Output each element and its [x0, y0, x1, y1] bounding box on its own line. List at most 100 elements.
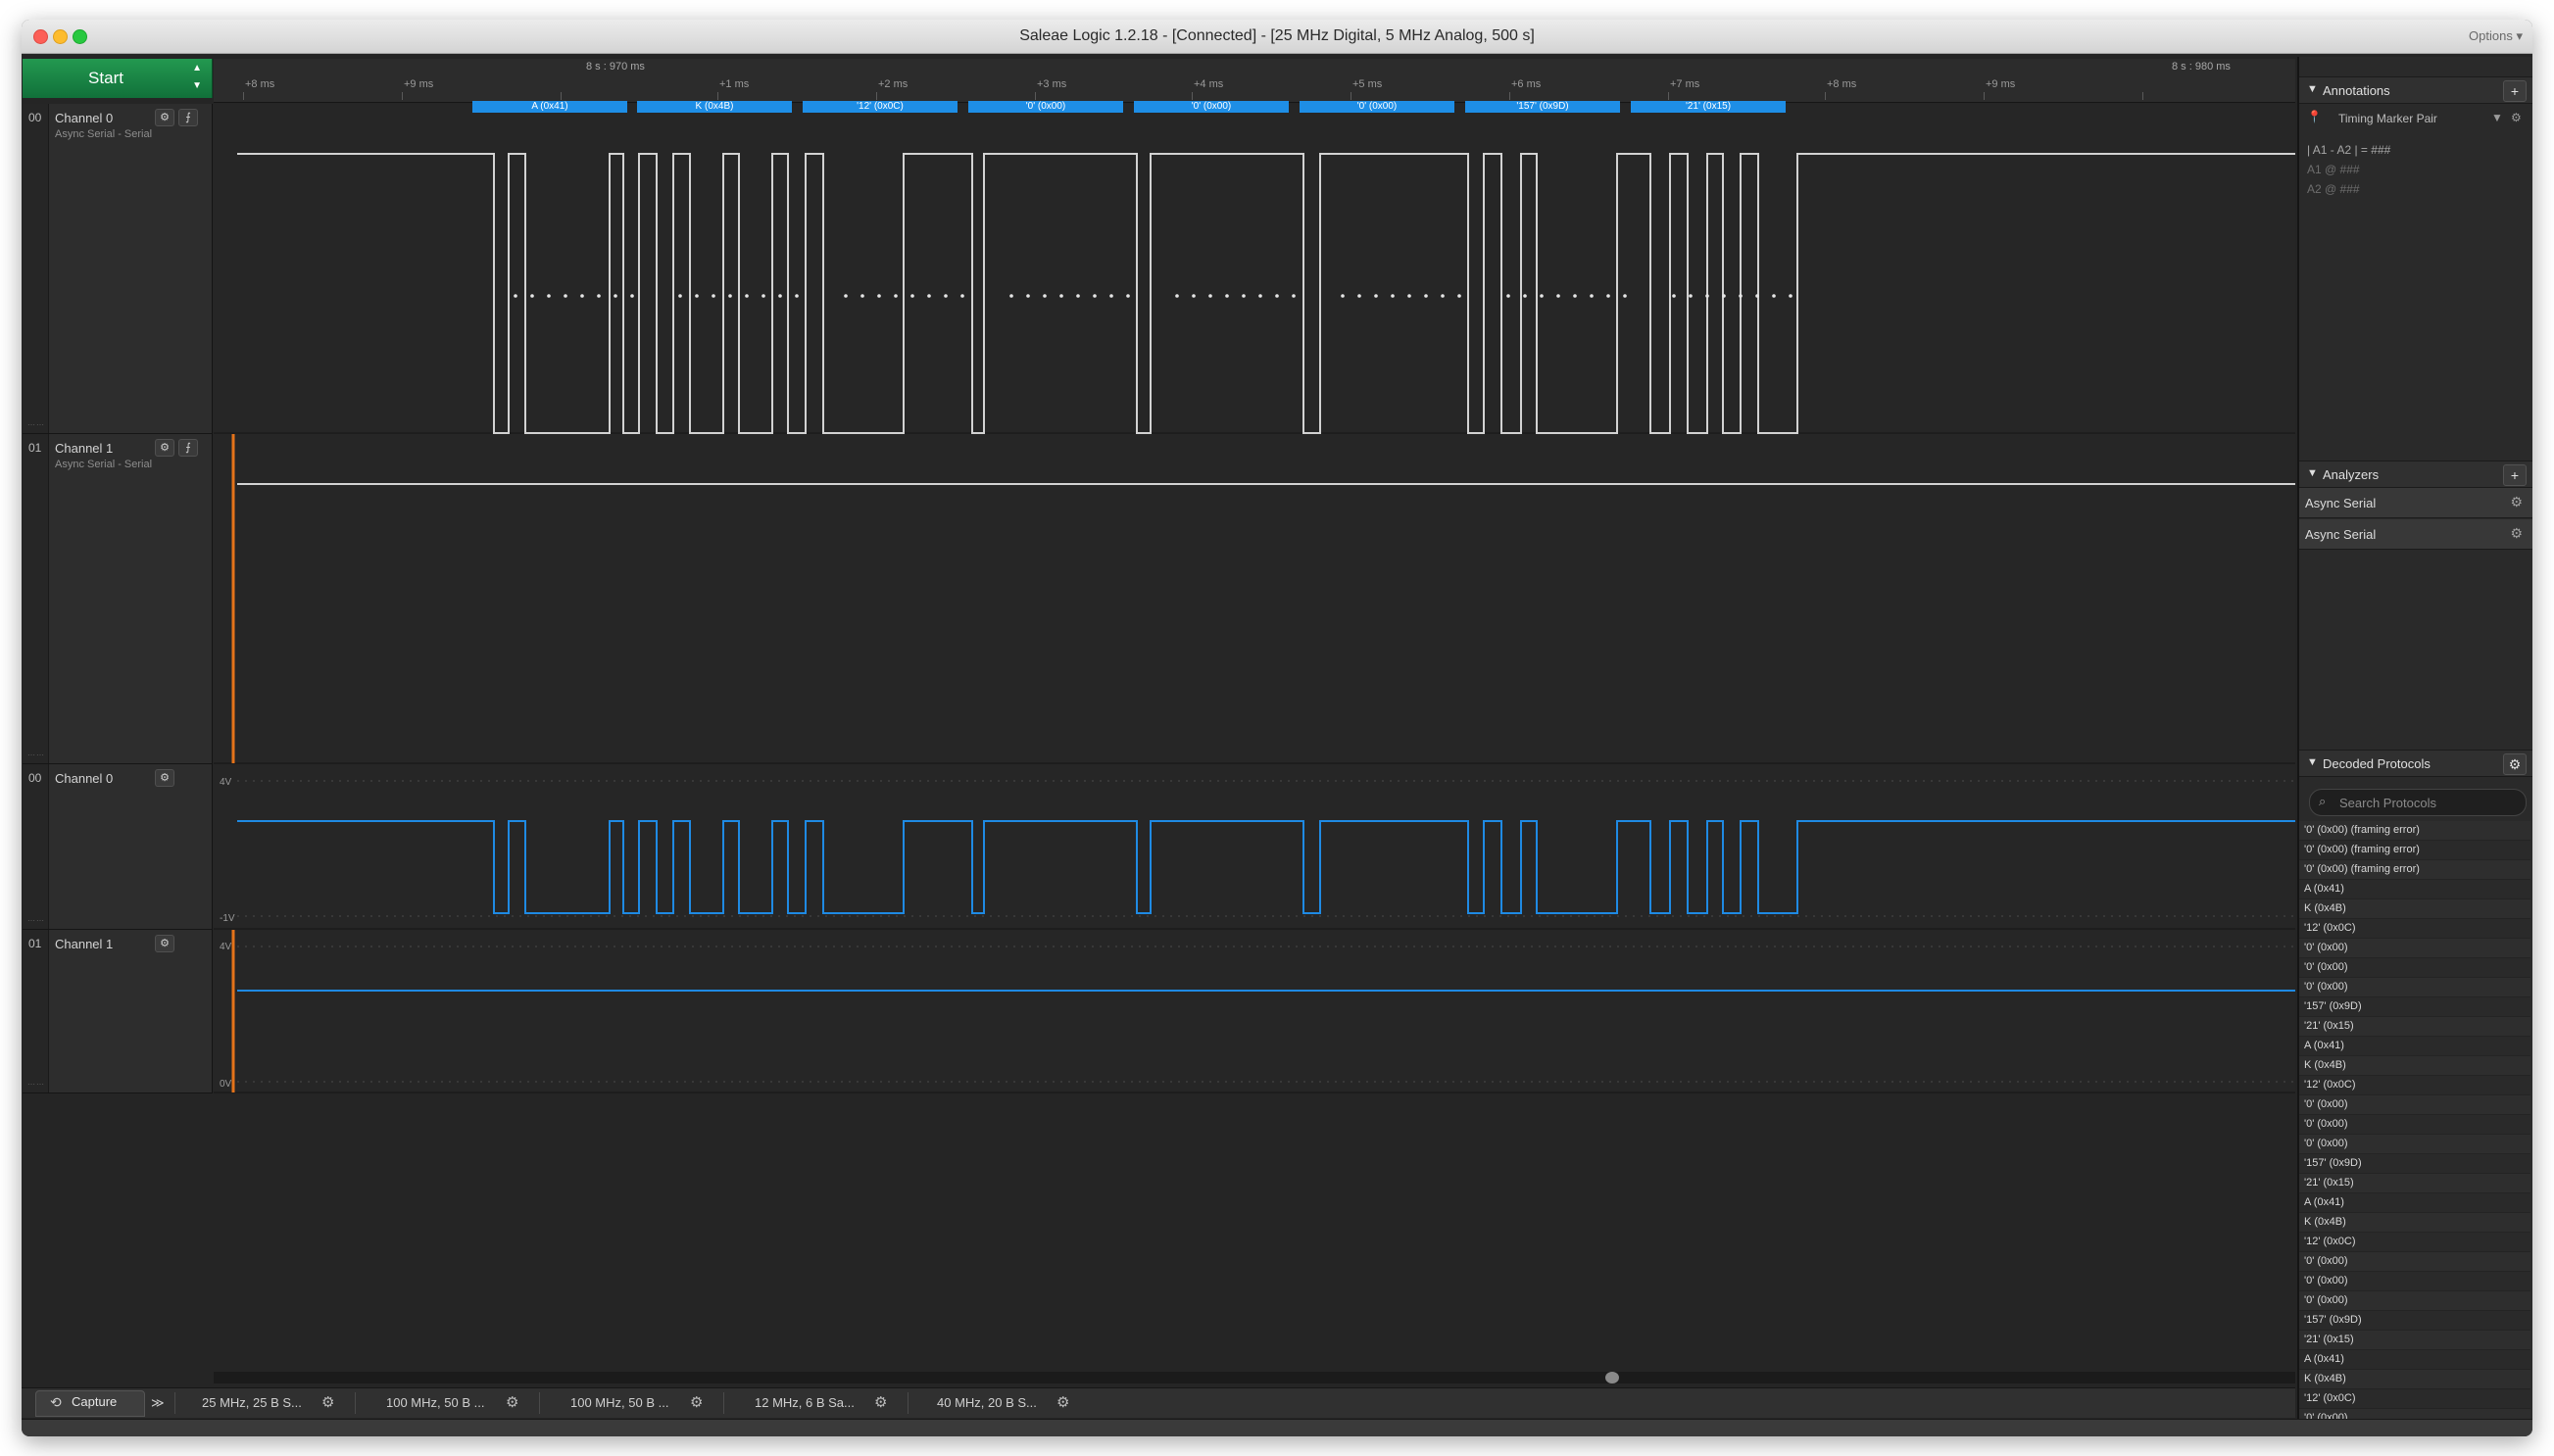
- analyzers-header[interactable]: ▼ Analyzers +: [2299, 461, 2532, 488]
- decoded-bubble[interactable]: '12' (0x0C): [803, 101, 958, 113]
- decoded-bubble[interactable]: '157' (0x9D): [1465, 101, 1620, 113]
- decoded-protocol-item[interactable]: '0' (0x00): [2299, 1135, 2530, 1154]
- decoded-protocol-item[interactable]: '0' (0x00): [2299, 978, 2530, 997]
- collapse-triangle-icon[interactable]: ▼: [2307, 756, 2318, 768]
- session-tab-5[interactable]: 40 MHz, 20 B S...: [937, 1391, 1037, 1415]
- decoded-bubble[interactable]: A (0x41): [472, 101, 627, 113]
- bit-sample-dot: [1789, 294, 1793, 298]
- filter-dropdown-icon[interactable]: ▼: [2491, 111, 2503, 124]
- bit-sample-dot: [1689, 294, 1693, 298]
- add-annotation-button[interactable]: +: [2503, 80, 2527, 102]
- decoded-protocol-item[interactable]: '0' (0x00) (framing error): [2299, 821, 2530, 841]
- decoded-protocol-item[interactable]: K (0x4B): [2299, 1056, 2530, 1076]
- session-gear-icon[interactable]: ⚙: [874, 1391, 887, 1415]
- decoded-protocol-list[interactable]: '0' (0x00) (framing error) '0' (0x00) (fr…: [2299, 821, 2530, 1419]
- decoded-protocol-item[interactable]: '157' (0x9D): [2299, 1311, 2530, 1331]
- analyzer-gear-icon[interactable]: ⚙: [2510, 494, 2523, 510]
- timing-marker-pair-label[interactable]: Timing Marker Pair: [2338, 112, 2437, 125]
- annotation-gear-icon[interactable]: ⚙: [2511, 111, 2522, 124]
- bit-sample-dot: [1009, 294, 1013, 298]
- decoded-protocol-item[interactable]: '12' (0x0C): [2299, 1076, 2530, 1095]
- decoded-protocol-item[interactable]: '12' (0x0C): [2299, 919, 2530, 939]
- bit-sample-dot: [728, 294, 732, 298]
- decoded-protocols-title: Decoded Protocols: [2323, 756, 2431, 771]
- collapse-triangle-icon[interactable]: ▼: [2307, 467, 2318, 479]
- marker-a1-value: A1 @ ###: [2307, 163, 2360, 176]
- decoded-protocols-gear-icon[interactable]: ⚙: [2503, 753, 2527, 775]
- decoded-protocol-item[interactable]: '0' (0x00): [2299, 1115, 2530, 1135]
- decoded-protocol-item[interactable]: A (0x41): [2299, 1037, 2530, 1056]
- decoded-protocol-item[interactable]: A (0x41): [2299, 1350, 2530, 1370]
- session-tab-4[interactable]: 12 MHz, 6 B Sa...: [755, 1391, 855, 1415]
- decoded-bubble[interactable]: '0' (0x00): [968, 101, 1123, 113]
- decoded-protocol-item[interactable]: '12' (0x0C): [2299, 1389, 2530, 1409]
- channel-row-background: [214, 930, 2295, 1092]
- add-analyzer-button[interactable]: +: [2503, 464, 2527, 486]
- decoded-protocol-item[interactable]: '0' (0x00): [2299, 1409, 2530, 1419]
- bit-sample-dot: [1126, 294, 1130, 298]
- bit-sample-dot: [1573, 294, 1577, 298]
- decoded-protocol-item[interactable]: '21' (0x15): [2299, 1331, 2530, 1350]
- decoded-protocol-item[interactable]: '0' (0x00): [2299, 1272, 2530, 1291]
- bit-sample-dot: [580, 294, 584, 298]
- decoded-protocol-item[interactable]: '157' (0x9D): [2299, 1154, 2530, 1174]
- bit-sample-dot: [514, 294, 517, 298]
- decoded-protocol-item[interactable]: K (0x4B): [2299, 1213, 2530, 1233]
- decoded-protocol-item[interactable]: A (0x41): [2299, 880, 2530, 899]
- capture-tab[interactable]: ⟲ Capture: [35, 1390, 145, 1417]
- waveform-display[interactable]: [22, 20, 2295, 1372]
- annotations-header[interactable]: ▼ Annotations +: [2299, 76, 2532, 104]
- decoded-protocol-item[interactable]: '21' (0x15): [2299, 1017, 2530, 1037]
- session-gear-icon[interactable]: ⚙: [506, 1391, 518, 1415]
- decoded-protocol-item[interactable]: '21' (0x15): [2299, 1174, 2530, 1193]
- analyzer-item[interactable]: Async Serial ⚙: [2299, 519, 2532, 550]
- decoded-protocol-item[interactable]: '0' (0x00): [2299, 1252, 2530, 1272]
- tab-separator: [174, 1392, 175, 1414]
- bit-sample-dot: [1623, 294, 1627, 298]
- session-gear-icon[interactable]: ⚙: [1056, 1391, 1069, 1415]
- bit-sample-dot: [745, 294, 749, 298]
- session-gear-icon[interactable]: ⚙: [321, 1391, 334, 1415]
- options-menu[interactable]: Options ▾: [2469, 28, 2523, 44]
- bit-sample-dot: [1258, 294, 1262, 298]
- decoded-bubble[interactable]: K (0x4B): [637, 101, 792, 113]
- decoded-protocol-item[interactable]: '0' (0x00) (framing error): [2299, 860, 2530, 880]
- scroll-thumb[interactable]: [1605, 1372, 1619, 1383]
- decoded-protocol-item[interactable]: '0' (0x00): [2299, 1291, 2530, 1311]
- decoded-protocol-item[interactable]: '0' (0x00): [2299, 1095, 2530, 1115]
- decoded-protocol-item[interactable]: '157' (0x9D): [2299, 997, 2530, 1017]
- decoded-protocol-item[interactable]: K (0x4B): [2299, 899, 2530, 919]
- bit-sample-dot: [795, 294, 799, 298]
- collapse-triangle-icon[interactable]: ▼: [2307, 83, 2318, 95]
- session-tab-1[interactable]: 25 MHz, 25 B S...: [202, 1391, 302, 1415]
- decoded-protocol-item[interactable]: A (0x41): [2299, 1193, 2530, 1213]
- decoded-protocol-item[interactable]: '0' (0x00): [2299, 939, 2530, 958]
- session-tab-2[interactable]: 100 MHz, 50 B ...: [386, 1391, 484, 1415]
- session-gear-icon[interactable]: ⚙: [690, 1391, 703, 1415]
- bit-sample-dot: [1093, 294, 1097, 298]
- bit-sample-dot: [1506, 294, 1510, 298]
- expand-tabs-button[interactable]: ≫: [151, 1391, 165, 1415]
- bit-sample-dot: [860, 294, 864, 298]
- bit-sample-dot: [1407, 294, 1411, 298]
- analyzer-gear-icon[interactable]: ⚙: [2510, 525, 2523, 542]
- analyzer-item[interactable]: Async Serial ⚙: [2299, 488, 2532, 518]
- decoded-protocol-item[interactable]: '0' (0x00): [2299, 958, 2530, 978]
- decoded-protocols-header[interactable]: ▼ Decoded Protocols ⚙: [2299, 750, 2532, 777]
- bit-sample-dot: [1341, 294, 1345, 298]
- bit-sample-dot: [1457, 294, 1461, 298]
- decoded-bubble[interactable]: '0' (0x00): [1134, 101, 1289, 113]
- session-tab-3[interactable]: 100 MHz, 50 B ...: [570, 1391, 668, 1415]
- bit-sample-dot: [1208, 294, 1212, 298]
- protocol-search-input[interactable]: [2337, 792, 2518, 813]
- bit-sample-dot: [1739, 294, 1743, 298]
- decoded-protocol-item[interactable]: '12' (0x0C): [2299, 1233, 2530, 1252]
- horizontal-scrollbar[interactable]: [214, 1372, 2295, 1383]
- decoded-protocol-item[interactable]: '0' (0x00) (framing error): [2299, 841, 2530, 860]
- tab-separator: [539, 1392, 540, 1414]
- decoded-bubble[interactable]: '21' (0x15): [1631, 101, 1786, 113]
- decoded-bubble[interactable]: '0' (0x00): [1300, 101, 1454, 113]
- protocol-search-box[interactable]: ⌕: [2309, 789, 2527, 816]
- bit-sample-dot: [1374, 294, 1378, 298]
- decoded-protocol-item[interactable]: K (0x4B): [2299, 1370, 2530, 1389]
